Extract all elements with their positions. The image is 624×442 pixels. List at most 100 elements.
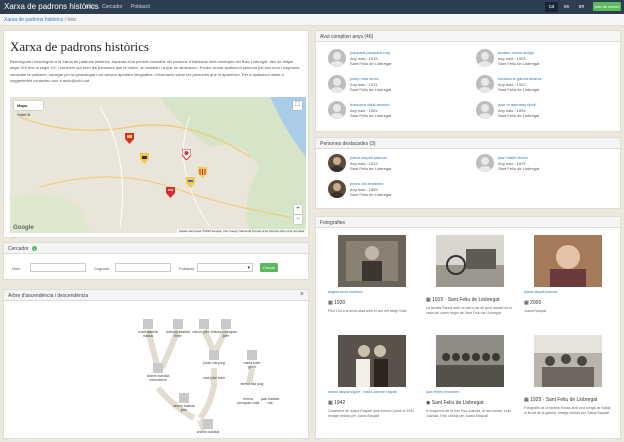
photos-title: Fotografies bbox=[320, 220, 346, 226]
tree-panel: Arbre d'ascendència i descendència × mar… bbox=[3, 289, 309, 439]
person-placeholder-icon bbox=[209, 350, 219, 360]
tree-node[interactable]: barbara bastida fitner bbox=[166, 319, 190, 338]
nav-inici[interactable]: Inici bbox=[86, 4, 95, 10]
tree-node-name: andreu bastida fontcuberta bbox=[146, 374, 170, 382]
map-marker-shield[interactable] bbox=[166, 187, 175, 198]
breadcrumb-current: Inici bbox=[67, 17, 77, 23]
map-marker-shield[interactable] bbox=[140, 153, 149, 164]
person-name[interactable]: joaquina pampara roig bbox=[350, 50, 390, 55]
photos-panel: Fotografies angela serra martinez ▦ 1930… bbox=[315, 216, 621, 439]
search-button[interactable]: Cercar bbox=[260, 263, 278, 272]
lang-es[interactable]: es bbox=[560, 2, 573, 12]
tree-node[interactable]: rosa comajoan jofre bbox=[214, 319, 238, 338]
avatar bbox=[328, 154, 346, 172]
tree-title: Arbre d'ascendència i descendència bbox=[8, 293, 89, 299]
photo-thumbnail[interactable] bbox=[436, 235, 504, 287]
photo-thumbnail[interactable] bbox=[534, 335, 602, 387]
info-icon: i bbox=[31, 246, 37, 251]
photo-thumbnail[interactable] bbox=[436, 335, 504, 387]
person-name[interactable]: jose m alemany ripoll bbox=[498, 102, 536, 107]
map-type-toggle: MapaSatèl·lit bbox=[14, 101, 43, 117]
person-place: Sant Feliu de Llobregat bbox=[350, 192, 392, 197]
person-name[interactable]: juan batlle ferres bbox=[498, 155, 528, 160]
lang-ca[interactable]: ca bbox=[545, 2, 558, 12]
avatar bbox=[476, 75, 494, 93]
name-input[interactable] bbox=[30, 263, 86, 272]
tree-node-name: maria soler gibert bbox=[243, 361, 261, 369]
tree-node[interactable]: maria soler gibert bbox=[240, 350, 264, 369]
photo-tag[interactable]: joan ferres bestraten bbox=[426, 390, 514, 394]
person-placeholder-icon bbox=[247, 350, 257, 360]
photo-card[interactable]: ▦ 1915 · Sant Feliu de Llobregat La famí… bbox=[426, 235, 514, 316]
person-card[interactable]: pedro dot martinez Any naix.: 1895 Sant Fe… bbox=[328, 180, 473, 202]
person-card[interactable]: francisca vidal asorion Any naix.: 1904 Sa… bbox=[328, 101, 473, 123]
tree-node[interactable]: andreu bastida bbox=[196, 419, 220, 434]
tree-node[interactable]: andreu bastida fontcuberta bbox=[146, 363, 170, 382]
tree-node[interactable]: rosa jofre soler bbox=[202, 376, 226, 380]
photo-card[interactable]: angela serra martinez ▦ 1930 Pere Dot a … bbox=[328, 235, 416, 314]
photo-tag[interactable]: juana raspall juanola bbox=[524, 290, 612, 294]
person-card[interactable]: juan batlle ferres Any naix.: 1875 Sant Fe… bbox=[476, 154, 621, 176]
nav-cercador[interactable]: Cercador bbox=[102, 4, 123, 10]
close-icon[interactable]: × bbox=[300, 291, 304, 298]
tree-node[interactable]: teresa comajoan vidal bbox=[236, 397, 260, 405]
photo-card[interactable]: ▦ 1925 · Sant Feliu de Llobregat Fotogra… bbox=[524, 335, 612, 416]
map[interactable]: MapaSatèl·lit ⛶ + − Google Dades del map… bbox=[10, 97, 306, 233]
map-type-satellite[interactable]: Satèl·lit bbox=[14, 110, 33, 119]
person-place: Sant Feliu de Llobregat bbox=[350, 166, 392, 171]
tree-node[interactable]: teresa vila puig bbox=[240, 382, 264, 386]
person-card[interactable]: juana raspall juanola Any naix.: 1913 Sant… bbox=[328, 154, 473, 176]
search-panel: Cercador i Nom Cognom Població ▾ Cercar bbox=[3, 242, 309, 280]
photo-tag[interactable]: antoni raspall siguer · maria carmen ras… bbox=[328, 390, 416, 394]
person-card[interactable]: joaquina pampara roig Any naix.: 1915 Sant… bbox=[328, 49, 473, 71]
map-marker-shield[interactable] bbox=[125, 133, 134, 144]
photo-thumbnail[interactable] bbox=[534, 235, 602, 287]
map-type-mapa[interactable]: Mapa bbox=[14, 101, 30, 110]
zoom-out-button[interactable]: − bbox=[294, 215, 302, 224]
surname-input[interactable] bbox=[115, 263, 171, 272]
breadcrumb-home[interactable]: Xarxa de padrons històrics bbox=[4, 17, 63, 23]
photo-card[interactable]: juana raspall juanola ▦ 2000 Juana Raspa… bbox=[524, 235, 612, 314]
nav-poblacio[interactable]: Població bbox=[131, 4, 150, 10]
brand-link[interactable]: Xarxa de padrons històrics bbox=[4, 2, 99, 11]
avatar bbox=[476, 154, 494, 172]
person-card[interactable]: jose m alemany ripoll Any naix.: 1894 Sant… bbox=[476, 101, 621, 123]
photo-thumbnail[interactable] bbox=[338, 235, 406, 287]
person-card[interactable]: josep mas serra Any naix.: 1911 Sant Feliu… bbox=[328, 75, 473, 97]
person-name[interactable]: josep mas serra bbox=[350, 76, 378, 81]
town-select[interactable]: ▾ bbox=[197, 263, 253, 272]
lang-en[interactable]: en bbox=[575, 2, 588, 12]
tree-node-name: teresa comajoan vidal bbox=[236, 397, 260, 405]
fullscreen-button[interactable]: ⛶ bbox=[293, 101, 302, 110]
person-name[interactable]: andreu vidola amigo bbox=[498, 50, 534, 55]
person-placeholder-icon bbox=[143, 319, 153, 329]
person-card[interactable]: bartolome garcia alvarez Any naix.: 1922 S… bbox=[476, 75, 621, 97]
person-card[interactable]: andreu vidola amigo Any naix.: 1903 Sant F… bbox=[476, 49, 621, 71]
photo-card[interactable]: joan ferres bestraten ◉ Sant Feliu de Ll… bbox=[426, 335, 514, 419]
tree-node[interactable]: ramon bastida jofre bbox=[172, 393, 196, 412]
photo-tag[interactable]: angela serra martinez bbox=[328, 290, 416, 294]
person-name[interactable]: pedro dot martinez bbox=[350, 181, 383, 186]
person-name[interactable]: francisca vidal asorion bbox=[350, 102, 390, 107]
tree-node[interactable]: josep vila puig bbox=[202, 350, 226, 365]
person-place: Sant Feliu de Llobregat bbox=[498, 61, 540, 66]
tree-node[interactable]: marti bastida marsal bbox=[136, 319, 160, 338]
map-marker-shield[interactable] bbox=[186, 177, 195, 188]
person-placeholder-icon bbox=[199, 319, 209, 329]
photos-panel-header: Fotografies bbox=[316, 217, 620, 228]
person-placeholder-icon bbox=[173, 319, 183, 329]
tree-node[interactable]: ramon jofre vilà bbox=[192, 319, 216, 334]
tree-node[interactable]: joan bastida vila bbox=[258, 397, 282, 405]
login-button[interactable]: Inici de sessió bbox=[593, 2, 621, 11]
zoom-in-button[interactable]: + bbox=[294, 205, 302, 214]
map-marker-shield[interactable] bbox=[198, 167, 207, 178]
navbar: Xarxa de padrons històrics Inici Cercado… bbox=[0, 0, 624, 14]
person-name[interactable]: bartolome garcia alvarez bbox=[498, 76, 542, 81]
tree-node-name: marti bastida marsal bbox=[138, 330, 158, 338]
map-marker-shield[interactable] bbox=[182, 149, 191, 160]
photo-thumbnail[interactable] bbox=[338, 335, 406, 387]
photo-date: Sant Feliu de Llobregat bbox=[431, 400, 484, 406]
photo-card[interactable]: antoni raspall siguer · maria carmen ras… bbox=[328, 335, 416, 419]
photo-description: A l'esquerra de la foto Pau Juanola, al … bbox=[426, 409, 512, 418]
person-name[interactable]: juana raspall juanola bbox=[350, 155, 387, 160]
